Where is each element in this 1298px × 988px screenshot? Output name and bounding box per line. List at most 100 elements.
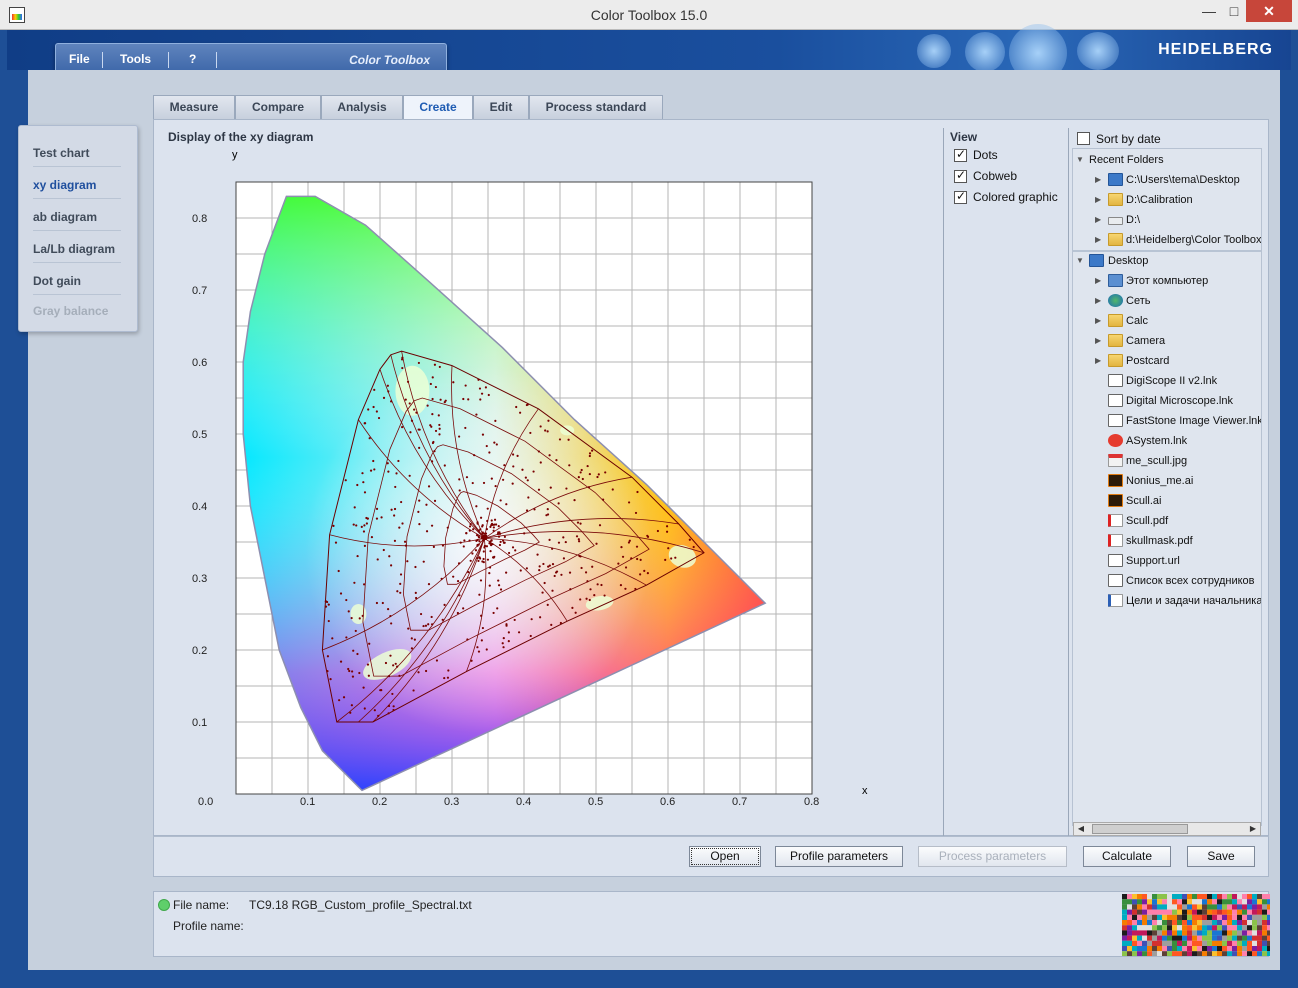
expand-arrow-icon[interactable]: ▶ <box>1095 235 1101 244</box>
data-dot <box>479 579 483 582</box>
tree-desktop-item[interactable]: ▶ Calc <box>1073 312 1261 332</box>
data-dot <box>389 654 392 657</box>
data-dot <box>490 519 493 522</box>
sort-by-date-checkbox[interactable] <box>1077 132 1090 145</box>
data-dot <box>646 571 649 575</box>
tab-edit[interactable]: Edit <box>473 95 529 119</box>
collapse-arrow-icon[interactable]: ▼ <box>1076 155 1084 164</box>
save-button[interactable]: Save <box>1187 846 1255 867</box>
data-dot <box>492 526 495 529</box>
expand-arrow-icon[interactable]: ▶ <box>1095 276 1101 285</box>
thumbnail-patch <box>1157 914 1162 920</box>
tree-recent-item[interactable]: ▶ d:\Heidelberg\Color Toolbox <box>1073 231 1261 251</box>
tree-recent-folders[interactable]: ▼ Recent Folders <box>1073 151 1261 171</box>
x-tick-label: 0.8 <box>804 796 819 808</box>
data-dot <box>377 416 381 420</box>
data-dot <box>501 539 505 542</box>
expand-arrow-icon[interactable]: ▶ <box>1095 195 1101 204</box>
nav-xy-diagram[interactable]: xy diagram <box>33 178 121 199</box>
tab-analysis[interactable]: Analysis <box>321 95 403 119</box>
tree-desktop-item[interactable]: me_scull.jpg <box>1073 452 1261 472</box>
tree-desktop-item[interactable]: ▶ Сеть <box>1073 292 1261 312</box>
nav-la-lb-diagram[interactable]: La/Lb diagram <box>33 242 121 263</box>
data-dot <box>363 583 366 586</box>
tree-recent-item[interactable]: ▶ D:\Calibration <box>1073 191 1261 211</box>
nav-dot-gain[interactable]: Dot gain <box>33 274 121 295</box>
tree-desktop-item[interactable]: Список всех сотрудников <box>1073 572 1261 592</box>
tree-desktop-item[interactable]: DigiScope II v2.lnk <box>1073 372 1261 392</box>
data-dot <box>620 546 623 549</box>
colored-graphic-checkbox[interactable] <box>954 189 967 204</box>
data-dot <box>674 556 677 559</box>
data-dot <box>493 555 496 558</box>
data-dot <box>588 452 592 455</box>
collapse-arrow-icon[interactable]: ▼ <box>1076 256 1084 265</box>
data-dot <box>465 476 469 479</box>
scroll-right-arrow[interactable]: ▶ <box>1246 823 1260 835</box>
nav-ab-diagram[interactable]: ab diagram <box>33 210 121 231</box>
tree-desktop[interactable]: ▼ Desktop <box>1073 252 1261 272</box>
tree-desktop-item[interactable]: ASystem.lnk <box>1073 432 1261 452</box>
thumbnail-patch <box>1172 894 1177 900</box>
data-dot <box>415 411 418 414</box>
data-dot <box>443 464 446 467</box>
scroll-left-arrow[interactable]: ◀ <box>1074 823 1088 835</box>
file-browser-tree[interactable]: ▼ Recent Folders ▶ C:\Users\tema\Desktop ▶ D:… <box>1072 148 1262 826</box>
tree-desktop-item[interactable]: Scull.ai <box>1073 492 1261 512</box>
dots-checkbox[interactable] <box>954 147 967 162</box>
data-dot <box>547 419 550 422</box>
tree-desktop-item[interactable]: ▶ Этот компьютер <box>1073 272 1261 292</box>
open-button[interactable]: Open <box>689 846 761 867</box>
tree-item-label: me_scull.jpg <box>1126 455 1188 467</box>
tree-horizontal-scrollbar[interactable]: ◀ ▶ <box>1073 822 1261 836</box>
tree-desktop-item[interactable]: Support.url <box>1073 552 1261 572</box>
close-button[interactable]: ✕ <box>1246 0 1292 22</box>
menu-tools[interactable]: Tools <box>120 52 151 66</box>
menu-file[interactable]: File <box>69 52 90 66</box>
tab-process-standard[interactable]: Process standard <box>529 95 663 119</box>
data-dot <box>419 612 423 616</box>
expand-arrow-icon[interactable]: ▶ <box>1095 215 1101 224</box>
tree-recent-item[interactable]: ▶ D:\ <box>1073 211 1261 231</box>
data-dot <box>479 516 483 519</box>
thumbnail-patch <box>1122 914 1127 920</box>
profile-parameters-button[interactable]: Profile parameters <box>775 846 903 867</box>
tree-desktop-item[interactable]: skullmask.pdf <box>1073 532 1261 552</box>
expand-arrow-icon[interactable]: ▶ <box>1095 356 1101 365</box>
status-indicator-icon <box>158 899 170 911</box>
tab-measure[interactable]: Measure <box>153 95 235 119</box>
tree-desktop-item[interactable]: Цели и задачи начальника <box>1073 592 1261 612</box>
scroll-thumb[interactable] <box>1092 824 1188 834</box>
thumbnail-patch <box>1242 899 1247 905</box>
thumbnail-patch <box>1227 925 1232 931</box>
nav-test-chart[interactable]: Test chart <box>33 146 121 167</box>
expand-arrow-icon[interactable]: ▶ <box>1095 175 1101 184</box>
tree-desktop-item[interactable]: ▶ Postcard <box>1073 352 1261 372</box>
tree-recent-item[interactable]: ▶ C:\Users\tema\Desktop <box>1073 171 1261 191</box>
tree-desktop-item[interactable]: ▶ Camera <box>1073 332 1261 352</box>
thumbnail-patch <box>1137 904 1142 910</box>
maximize-button[interactable]: □ <box>1222 0 1246 22</box>
tab-compare[interactable]: Compare <box>235 95 321 119</box>
thumbnail-patch <box>1197 899 1202 905</box>
cobweb-checkbox[interactable] <box>954 168 967 183</box>
menu-help[interactable]: ? <box>189 52 196 66</box>
thumbnail-patch <box>1262 935 1267 941</box>
tree-desktop-item[interactable]: Digital Microscope.lnk <box>1073 392 1261 412</box>
tab-create[interactable]: Create <box>403 95 473 120</box>
expand-arrow-icon[interactable]: ▶ <box>1095 316 1101 325</box>
data-dot <box>389 614 392 618</box>
expand-arrow-icon[interactable]: ▶ <box>1095 336 1101 345</box>
calculate-button[interactable]: Calculate <box>1083 846 1171 867</box>
tree-desktop-item[interactable]: Nonius_me.ai <box>1073 472 1261 492</box>
thumbnail-patch <box>1157 940 1162 946</box>
expand-arrow-icon[interactable]: ▶ <box>1095 296 1101 305</box>
thumbnail-patch <box>1237 946 1242 952</box>
data-dot <box>485 545 489 548</box>
minimize-button[interactable]: — <box>1196 0 1222 22</box>
data-dot <box>324 605 328 608</box>
thumbnail-patch <box>1197 930 1202 936</box>
tree-desktop-item[interactable]: Scull.pdf <box>1073 512 1261 532</box>
tree-desktop-item[interactable]: FastStone Image Viewer.lnk <box>1073 412 1261 432</box>
data-dot <box>499 499 502 502</box>
